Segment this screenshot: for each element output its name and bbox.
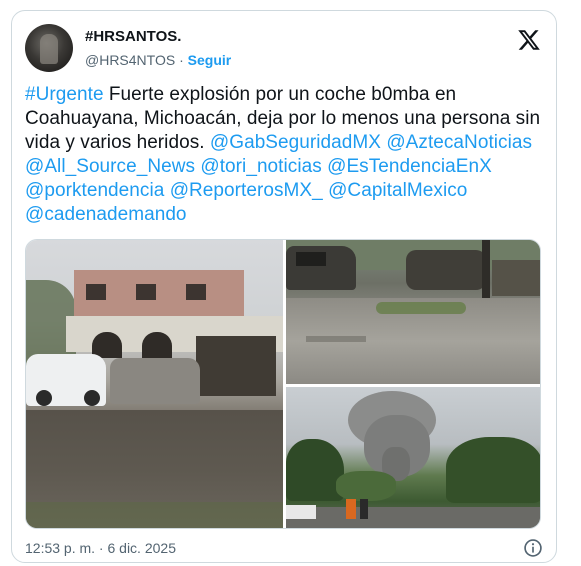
mention-link[interactable]: @porktendencia — [25, 180, 164, 201]
media-grid — [25, 239, 541, 529]
mention-link[interactable]: @CapitalMexico — [328, 180, 467, 201]
author-handle[interactable]: @HRS4NTOS — [85, 52, 175, 68]
mention-link[interactable]: @GabSeguridadMX — [210, 132, 381, 153]
tweet-header: #HRSANTOS. @HRS4NTOS · Seguir — [25, 24, 543, 72]
mention-link[interactable]: @cadenademando — [25, 204, 187, 225]
x-logo-icon[interactable] — [517, 28, 541, 52]
mention-link[interactable]: @AztecaNoticias — [386, 132, 532, 153]
separator-dot: · — [179, 52, 184, 68]
mention-link[interactable]: @ReporterosMX_ — [170, 180, 323, 201]
tweet-body: #Urgente Fuerte explosión por un coche b… — [25, 83, 545, 227]
info-icon[interactable] — [523, 538, 543, 558]
author-avatar[interactable] — [25, 24, 73, 72]
mention-link[interactable]: @All_Source_News — [25, 156, 195, 177]
follow-button[interactable]: Seguir — [188, 52, 232, 68]
author-names: #HRSANTOS. @HRS4NTOS · Seguir — [85, 27, 231, 70]
tweet-card: #HRSANTOS. @HRS4NTOS · Seguir #Urgente F… — [11, 10, 557, 563]
photo-burned-vehicles[interactable] — [286, 240, 540, 384]
photo-smoke-column[interactable] — [286, 387, 540, 528]
mention-link[interactable]: @EsTendenciaEnX — [327, 156, 492, 177]
mention-link[interactable]: @tori_noticias — [200, 156, 321, 177]
tweet-timestamp[interactable]: 12:53 p. m. · 6 dic. 2025 — [25, 538, 176, 558]
hashtag-link[interactable]: #Urgente — [25, 84, 104, 105]
author-handle-row: @HRS4NTOS · Seguir — [85, 50, 231, 70]
photo-building-cars[interactable] — [26, 240, 283, 528]
author-display-name[interactable]: #HRSANTOS. — [85, 27, 231, 47]
